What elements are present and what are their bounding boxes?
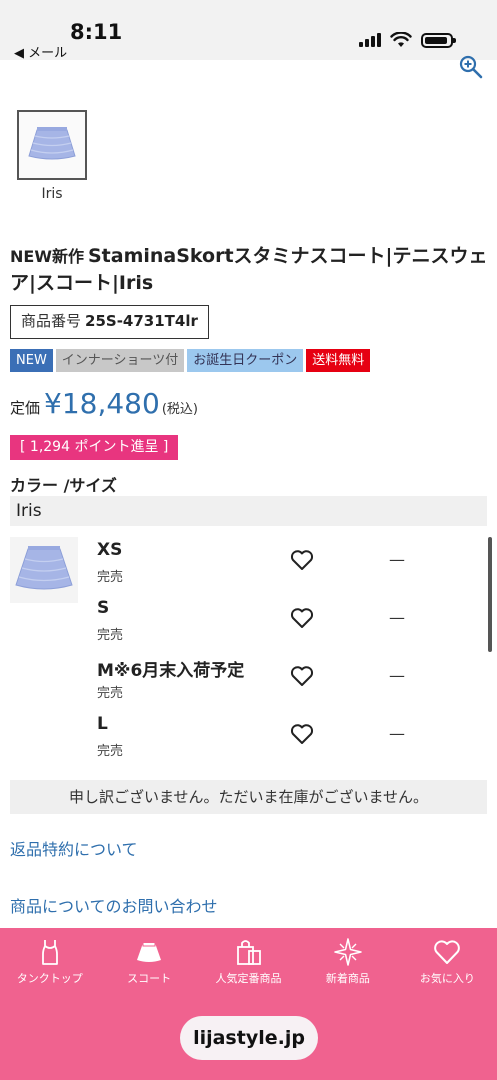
browser-url-bar: lijastyle.jp: [0, 998, 497, 1080]
sparkle-icon: [334, 938, 362, 966]
nav-item-new-arrivals[interactable]: 新着商品: [298, 928, 397, 998]
tag-inner-shorts: インナーショーツ付: [55, 349, 185, 372]
size-list-scrollbar[interactable]: [488, 537, 492, 652]
tag-list: NEW インナーショーツ付 お誕生日クーポン 送料無料: [10, 349, 371, 372]
size-row-l: L 完売 —: [97, 712, 437, 770]
status-bar: 8:11 ◀ メール: [0, 0, 497, 61]
returns-policy-link[interactable]: 返品特約について: [10, 836, 138, 860]
product-number-label: 商品番号: [21, 312, 82, 330]
status-icons: [359, 32, 456, 48]
back-to-mail-link[interactable]: ◀ メール: [14, 42, 67, 61]
skort-image: [28, 127, 76, 160]
size-dash: —: [389, 724, 405, 743]
color-name-bar: Iris: [10, 496, 487, 526]
nav-item-favorites[interactable]: お気に入り: [398, 928, 497, 998]
nav-label: お気に入り: [419, 972, 475, 985]
size-name: XS: [97, 540, 123, 560]
skort-image: [15, 546, 73, 590]
bottom-nav: タンクトップ スコート 人気定番商品 新着商品 お気に入り: [0, 928, 497, 998]
product-number-box: 商品番号 25S-4731T4lr: [10, 305, 209, 339]
size-name: L: [97, 714, 108, 734]
shopping-bag-icon: [236, 940, 261, 965]
tank-top-icon: [41, 940, 58, 965]
title-prefix: NEW新作: [10, 247, 84, 266]
wifi-icon: [390, 32, 412, 47]
thumbnail-label: Iris: [41, 186, 63, 202]
stock-status: 完売: [97, 570, 124, 585]
price-label: 定価: [10, 399, 41, 417]
product-thumbnail[interactable]: [17, 110, 87, 180]
price-value: ¥18,480: [44, 387, 160, 420]
clock: 8:11: [70, 20, 123, 44]
size-row-xs: XS 完売 —: [97, 538, 437, 596]
tag-birthday-coupon: お誕生日クーポン: [187, 349, 304, 372]
favorite-heart-icon[interactable]: [290, 723, 314, 745]
product-number-value: 25S-4731T4lr: [85, 312, 198, 330]
favorite-heart-icon[interactable]: [290, 549, 314, 571]
size-row-s: S 完売 —: [97, 596, 437, 654]
nav-item-popular[interactable]: 人気定番商品: [199, 928, 298, 998]
cellular-signal-icon: [359, 33, 381, 47]
size-dash: —: [389, 550, 405, 569]
color-size-heading: カラー /サイズ: [10, 476, 117, 495]
nav-label: スコート: [127, 972, 172, 985]
tax-label: (税込): [161, 402, 198, 417]
size-list: XS 完売 — S 完売 — M※6月末入荷予定 完売 — L 完売 —: [97, 538, 437, 770]
nav-label: タンクトップ: [16, 972, 83, 985]
stock-status: 完売: [97, 686, 124, 701]
color-swatch-image: [10, 537, 78, 603]
stock-status: 完売: [97, 628, 124, 643]
size-dash: —: [389, 666, 405, 685]
skirt-icon: [137, 943, 162, 962]
size-dash: —: [389, 608, 405, 627]
nav-label: 人気定番商品: [215, 972, 282, 985]
nav-item-skirt[interactable]: スコート: [99, 928, 198, 998]
nav-label: 新着商品: [325, 972, 370, 985]
stock-status: 完売: [97, 744, 124, 759]
out-of-stock-notice: 申し訳ございません。ただいま在庫がございません。: [10, 780, 487, 814]
nav-item-tank-top[interactable]: タンクトップ: [0, 928, 99, 998]
size-name: M※6月末入荷予定: [97, 661, 245, 681]
size-row-m: M※6月末入荷予定 完売 —: [97, 654, 437, 712]
tag-new: NEW: [10, 349, 53, 372]
battery-icon: [421, 32, 456, 48]
favorite-heart-icon[interactable]: [290, 607, 314, 629]
product-title: NEW新作 StaminaSkortスタミナスコート|テニスウェア|スコート|Ir…: [10, 243, 490, 297]
zoom-in-icon[interactable]: [458, 54, 484, 80]
product-inquiry-link[interactable]: 商品についてのお問い合わせ: [10, 893, 218, 917]
favorite-heart-icon[interactable]: [290, 665, 314, 687]
tag-free-shipping: 送料無料: [306, 349, 371, 372]
size-name: S: [97, 598, 110, 618]
heart-icon: [434, 940, 461, 964]
url-field[interactable]: lijastyle.jp: [180, 1016, 318, 1060]
points-badge: [ 1,294 ポイント進呈 ]: [10, 435, 179, 460]
price-block: 定価 ¥18,480 (税込): [10, 387, 198, 420]
